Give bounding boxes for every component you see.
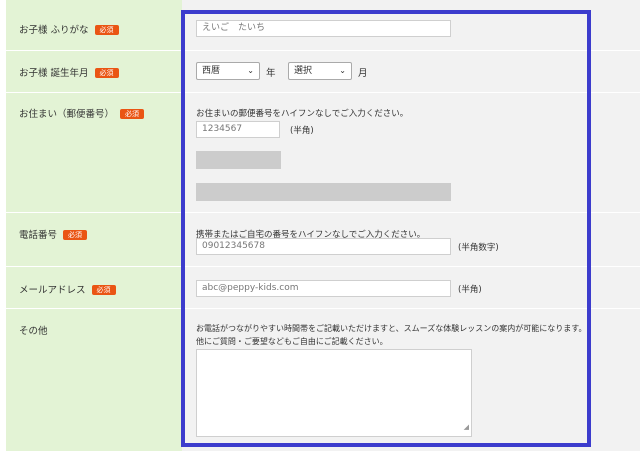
resize-handle-icon[interactable]: ◢ (464, 420, 469, 435)
email-label: メールアドレス 必須 (19, 282, 116, 296)
row-phone: 電話番号 必須 携帯またはご自宅の番号をハイフンなしでご入力ください。 09012… (6, 213, 640, 266)
label-cell: お子様 誕生年月 必須 (6, 51, 182, 92)
label-cell: お住まい（郵便番号） 必須 (6, 93, 182, 212)
month-select-value: 選択 (294, 66, 313, 76)
postal-code-input[interactable]: 1234567 (196, 121, 280, 138)
email-note: (半角) (458, 285, 482, 295)
required-badge: 必須 (91, 285, 116, 295)
chevron-down-icon: ⌄ (339, 66, 346, 75)
birth-label: お子様 誕生年月 必須 (19, 65, 119, 79)
required-badge: 必須 (120, 109, 145, 119)
other-textarea[interactable]: ◢ (196, 349, 472, 437)
label-cell: お子様 ふりがな 必須 (6, 0, 182, 50)
label-cell: その他 (6, 309, 182, 451)
other-instruction-1: お電話がつながりやすい時間帯をご記載いただけますと、スムーズな体験レッスンの案内… (196, 324, 587, 333)
address-label: お住まい（郵便番号） 必須 (19, 106, 145, 120)
other-label: その他 (19, 326, 48, 337)
row-kana: お子様 ふりがな 必須 えいご たいち (6, 0, 640, 50)
era-select-value: 西暦 (202, 66, 221, 76)
other-instruction-2: 他にご質問・ご要望などもご自由にご記載ください。 (196, 337, 388, 346)
required-badge: 必須 (94, 68, 119, 78)
address-prefecture-placeholder (196, 151, 281, 169)
month-select[interactable]: 選択 ⌄ (288, 62, 352, 80)
phone-label: 電話番号 必須 (19, 227, 88, 241)
row-birth: お子様 誕生年月 必須 西暦 ⌄ 年 選択 ⌄ 月 (6, 51, 640, 92)
email-input[interactable]: abc@peppy-kids.com (196, 280, 451, 297)
field-cell: 西暦 ⌄ 年 選択 ⌄ 月 (182, 51, 640, 92)
label-cell: 電話番号 必須 (6, 213, 182, 266)
era-select[interactable]: 西暦 ⌄ (196, 62, 260, 80)
email-label-text: メールアドレス (19, 285, 86, 296)
kana-input[interactable]: えいご たいち (196, 20, 451, 37)
field-cell: お電話がつながりやすい時間帯をご記載いただけますと、スムーズな体験レッスンの案内… (182, 309, 640, 451)
field-cell: お住まいの郵便番号をハイフンなしでご入力ください。 1234567 (半角) (182, 93, 640, 212)
address-street-placeholder (196, 183, 451, 201)
kana-label: お子様 ふりがな 必須 (19, 22, 119, 36)
birth-label-text: お子様 誕生年月 (19, 68, 89, 79)
phone-input[interactable]: 09012345678 (196, 238, 451, 255)
contact-form: お子様 ふりがな 必須 えいご たいち お子様 誕生年月 必須 西暦 ⌄ 年 選択 … (6, 0, 640, 459)
required-badge: 必須 (94, 25, 119, 35)
postal-code-note: (半角) (290, 126, 314, 136)
label-cell: メールアドレス 必須 (6, 267, 182, 308)
phone-label-text: 電話番号 (19, 230, 58, 241)
row-email: メールアドレス 必須 abc@peppy-kids.com (半角) (6, 267, 640, 308)
field-cell: えいご たいち (182, 0, 640, 50)
row-other: その他 お電話がつながりやすい時間帯をご記載いただけますと、スムーズな体験レッス… (6, 309, 640, 451)
required-badge: 必須 (63, 230, 88, 240)
field-cell: 携帯またはご自宅の番号をハイフンなしでご入力ください。 09012345678 … (182, 213, 640, 266)
kana-label-text: お子様 ふりがな (19, 25, 89, 36)
year-suffix: 年 (266, 68, 276, 79)
address-instruction: お住まいの郵便番号をハイフンなしでご入力ください。 (196, 109, 409, 119)
row-address: お住まい（郵便番号） 必須 お住まいの郵便番号をハイフンなしでご入力ください。 1… (6, 93, 640, 212)
phone-note: (半角数字) (458, 243, 499, 253)
chevron-down-icon: ⌄ (247, 66, 254, 75)
field-cell: abc@peppy-kids.com (半角) (182, 267, 640, 308)
month-suffix: 月 (358, 68, 368, 79)
address-label-text: お住まい（郵便番号） (19, 109, 115, 120)
